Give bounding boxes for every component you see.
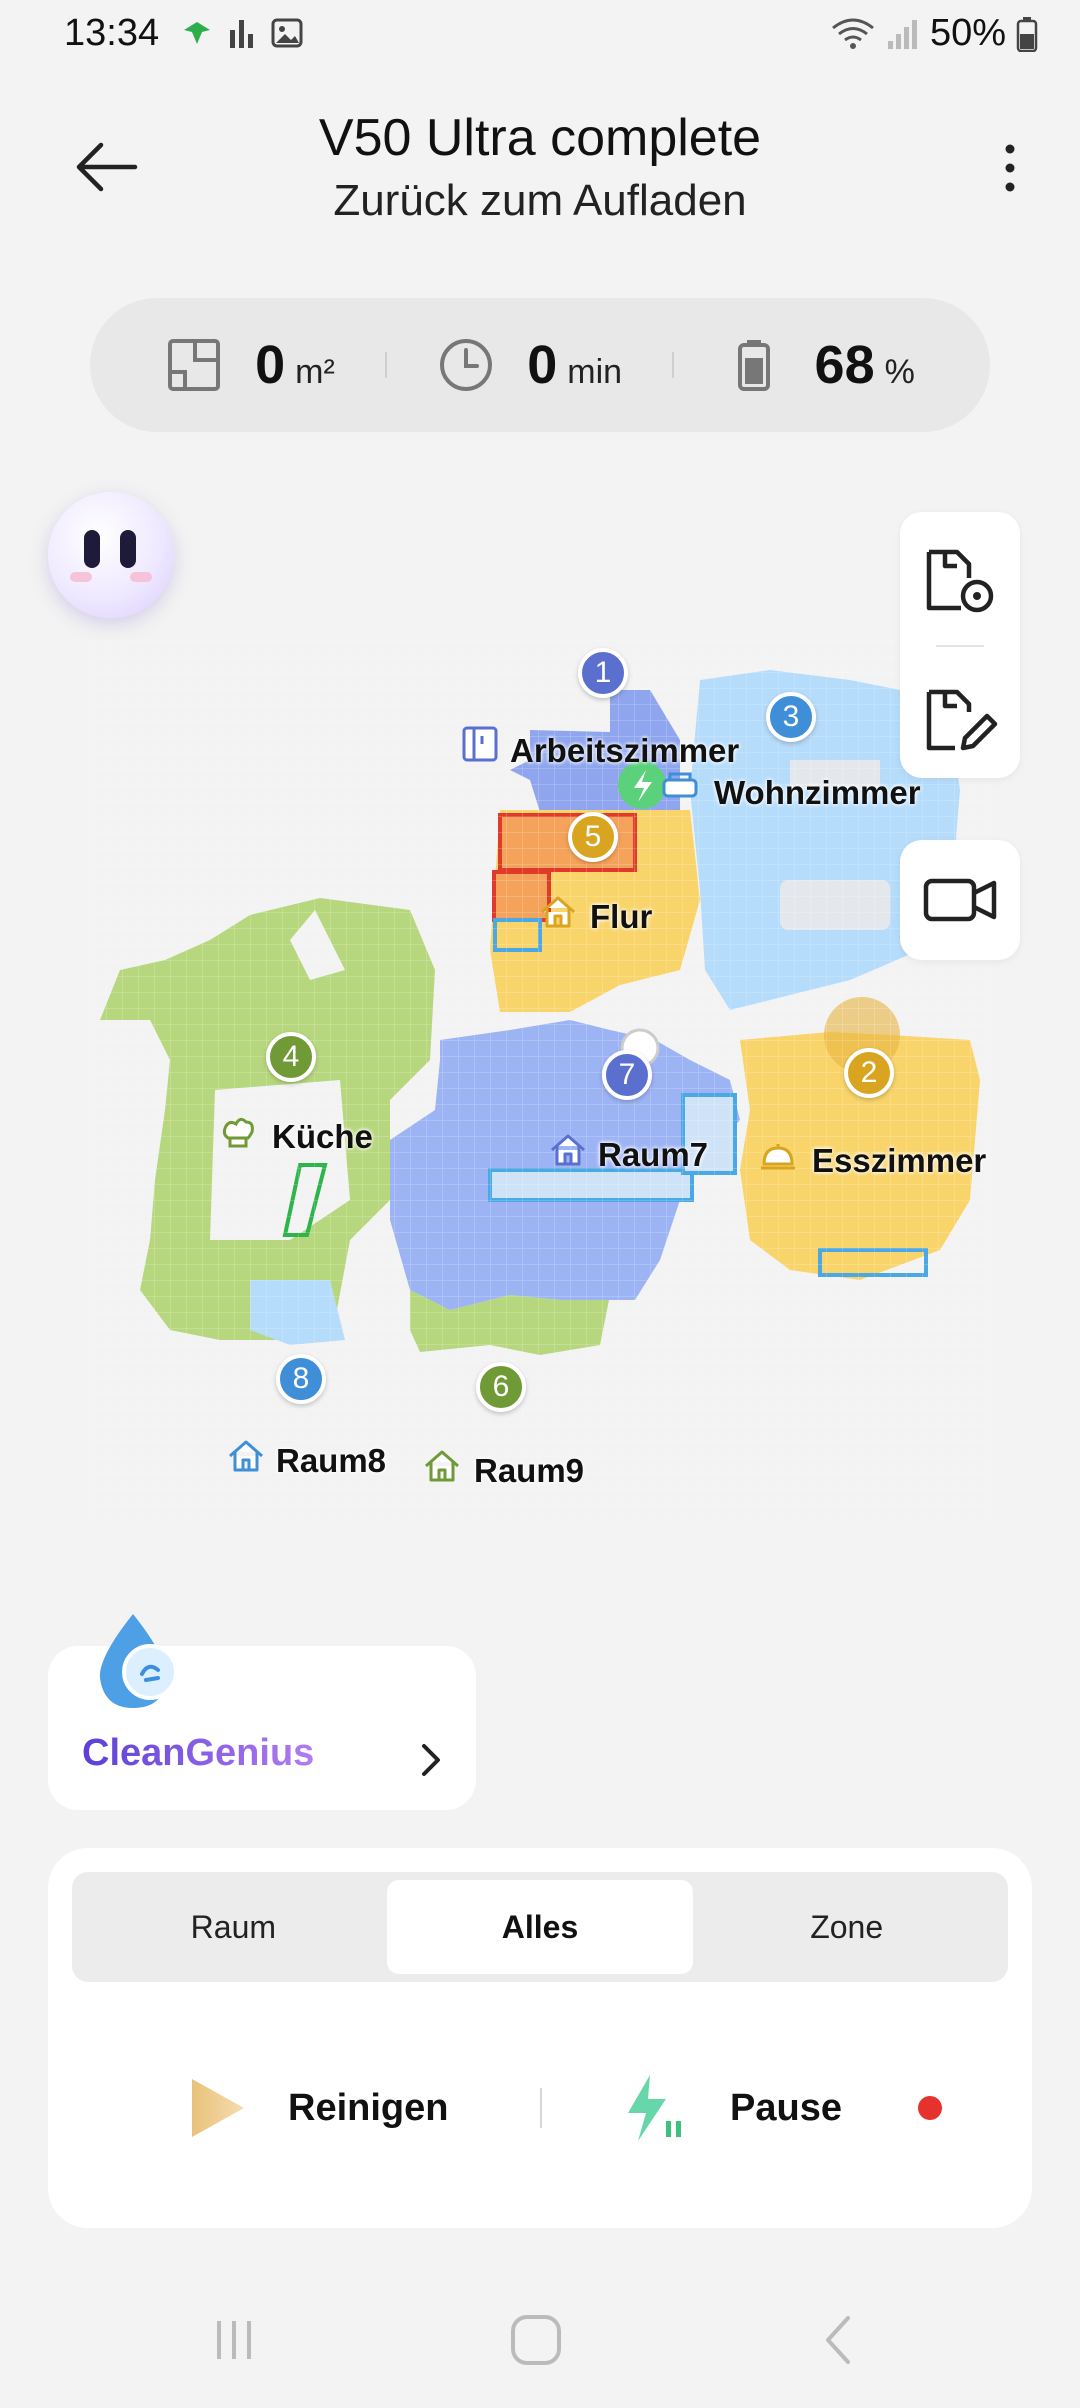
- room-badge-6[interactable]: 6: [476, 1362, 526, 1412]
- desk-icon: [462, 726, 498, 762]
- room-badge-2[interactable]: 2: [844, 1048, 894, 1098]
- battery-stat: 68 %: [725, 334, 915, 396]
- control-panel: Raum Alles Zone Reinigen Pause: [48, 1848, 1032, 2228]
- dish-cloche-icon: [761, 1144, 795, 1170]
- chevron-left-icon: [826, 2316, 850, 2364]
- system-navigation-bar: [0, 2290, 1080, 2390]
- battery-percent: 50%: [929, 12, 1006, 54]
- more-menu-button[interactable]: [990, 138, 1030, 198]
- battery-icon: [1016, 16, 1038, 52]
- play-icon: [192, 2079, 244, 2137]
- room-label-flur[interactable]: Flur: [590, 898, 652, 936]
- more-vertical-icon: [1005, 144, 1015, 192]
- view-map-button[interactable]: [900, 520, 1020, 640]
- room-label-kueche[interactable]: Küche: [272, 1118, 373, 1156]
- divider: [672, 352, 675, 378]
- time-unit: min: [567, 353, 623, 391]
- recent-apps-icon: [217, 2321, 251, 2359]
- wifi-icon: [832, 18, 874, 49]
- assistant-eye: [84, 530, 100, 568]
- room-label-arbeitszimmer[interactable]: Arbeitszimmer: [510, 732, 739, 770]
- clock-icon: [440, 339, 493, 391]
- device-status: Zurück zum Aufladen: [333, 176, 747, 225]
- room-badge-4[interactable]: 4: [266, 1032, 316, 1082]
- pause-button[interactable]: Pause: [622, 2068, 842, 2148]
- battery-unit: %: [884, 353, 915, 391]
- battery-level-icon: [737, 340, 770, 391]
- house-icon: [425, 1450, 459, 1482]
- battery-value: 68: [814, 335, 875, 395]
- map-tools-panel: [900, 512, 1020, 778]
- clean-button[interactable]: Reinigen: [184, 2068, 448, 2148]
- room-badge-7[interactable]: 7: [602, 1050, 652, 1100]
- map-edit-icon: [926, 689, 998, 751]
- divider: [540, 2088, 542, 2128]
- area-stat: 0 m²: [165, 334, 335, 396]
- assistant-eye: [120, 530, 136, 568]
- tab-zone[interactable]: Zone: [693, 1880, 1000, 1974]
- room-badge-8[interactable]: 8: [276, 1354, 326, 1404]
- area-value: 0: [255, 335, 286, 395]
- recent-apps-button[interactable]: [204, 2310, 264, 2370]
- system-back-button[interactable]: [808, 2310, 868, 2370]
- room-label-raum7[interactable]: Raum7: [598, 1136, 708, 1174]
- cleangenius-label: CleanGenius: [82, 1732, 315, 1774]
- room-label-esszimmer[interactable]: Esszimmer: [812, 1142, 986, 1180]
- house-icon: [229, 1440, 263, 1472]
- chef-hat-icon: [222, 1117, 254, 1148]
- ai-assistant-button[interactable]: [48, 492, 174, 618]
- cleangenius-card[interactable]: CleanGenius: [48, 1614, 476, 1810]
- room-badge-1[interactable]: 1: [578, 648, 628, 698]
- notification-dot: [918, 2096, 942, 2120]
- home-button[interactable]: [506, 2310, 566, 2370]
- area-icon: [168, 339, 221, 391]
- clean-label: Reinigen: [288, 2086, 449, 2129]
- status-bar: 13:34 50%: [0, 0, 1080, 70]
- cleaning-mode-tabs: Raum Alles Zone: [72, 1872, 1008, 1982]
- charge-pause-icon: [628, 2075, 681, 2141]
- signal-icon: [887, 19, 917, 49]
- page-title: V50 Ultra complete: [318, 109, 762, 167]
- map-view-icon: [926, 549, 994, 613]
- gallery-icon: [271, 18, 303, 48]
- tab-alles[interactable]: Alles: [386, 1880, 694, 1974]
- room-badge-3[interactable]: 3: [766, 692, 816, 742]
- cleaning-map[interactable]: 1 3 5 4 7 2 8 6 Arbeitszimmer Wohnzimmer…: [90, 640, 990, 1520]
- divider: [385, 352, 388, 378]
- chevron-right-icon: [422, 1744, 440, 1776]
- vpn-shield-icon: [184, 22, 210, 44]
- room-label-raum9[interactable]: Raum9: [474, 1452, 584, 1490]
- video-camera-icon: [923, 878, 997, 922]
- house-icon: [541, 896, 575, 928]
- house-icon: [551, 1134, 585, 1166]
- edit-map-button[interactable]: [900, 660, 1020, 780]
- sofa-icon: [662, 772, 698, 798]
- time-stat: 0 min: [437, 334, 622, 396]
- water-drop-icon: [99, 1614, 178, 1708]
- room-label-raum8[interactable]: Raum8: [276, 1442, 386, 1480]
- camera-button[interactable]: [900, 840, 1020, 960]
- tab-raum[interactable]: Raum: [80, 1880, 387, 1974]
- area-unit: m²: [295, 353, 335, 391]
- cleaning-stats: 0 m² 0 min 68 %: [90, 298, 990, 432]
- status-time: 13:34: [64, 12, 160, 54]
- room-label-wohnzimmer[interactable]: Wohnzimmer: [714, 774, 921, 812]
- room-badge-5[interactable]: 5: [568, 812, 618, 862]
- time-value: 0: [527, 335, 558, 395]
- activity-icon: [230, 20, 253, 48]
- home-icon: [511, 2315, 561, 2365]
- pause-label: Pause: [730, 2086, 842, 2129]
